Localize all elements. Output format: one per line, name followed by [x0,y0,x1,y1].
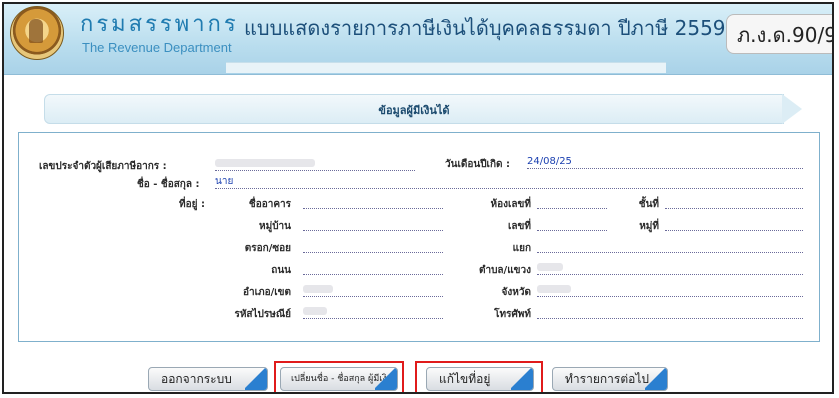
header-strip [226,62,666,73]
birth-date-label: วันเดือนปีเกิด : [445,159,510,170]
button-accent-icon [511,368,533,390]
phone-label: โทรศัพท์ [494,309,531,320]
edit-address-button[interactable]: แก้ไขที่อยู่ [426,367,534,391]
soi-value [303,239,443,253]
edit-name-button[interactable]: เปลี่ยนชื่อ - ชื่อสกุล ผู้มีเงินได้ [280,367,398,391]
form-title: แบบแสดงรายการภาษีเงินได้บุคคลธรรมดา ปีภา… [244,16,726,40]
subdistrict-label: ตำบล/แขวง [478,265,531,276]
tax-id-label: เลขประจำตัวผู้เสียภาษีอากร : [39,161,167,172]
village-label: หมู่บ้าน [259,221,291,232]
header: กรมสรรพากร The Revenue Department แบบแสด… [4,4,832,75]
building-value [303,195,443,209]
house-no-value [537,217,607,231]
taxpayer-info-box: เลขประจำตัวผู้เสียภาษีอากร : วันเดือนปีเ… [18,132,820,342]
room-no-value [537,195,607,209]
postcode-label: รหัสไปรษณีย์ [234,309,291,320]
birth-date-value: 24/08/25 [527,155,803,169]
building-label: ชื่ออาคาร [248,199,291,210]
floor-value [665,195,803,209]
logout-button[interactable]: ออกจากระบบ [148,367,268,391]
tax-id-value [215,157,415,171]
moo-value [665,217,803,231]
next-button[interactable]: ทำรายการต่อไป [552,367,668,391]
edit-address-button-label: แก้ไขที่อยู่ [439,372,491,386]
banner-arrow-icon [782,94,802,124]
junction-value [537,239,803,253]
button-accent-icon [245,368,267,390]
postcode-value [303,305,443,319]
house-no-label: เลขที่ [508,221,531,232]
org-name-english: The Revenue Department [82,40,232,55]
district-value [303,283,443,297]
province-value [537,283,803,297]
village-value [303,217,443,231]
soi-label: ตรอก/ซอย [244,243,291,254]
road-label: ถนน [271,265,291,276]
name-label: ชื่อ - ชื่อสกุล : [137,179,200,190]
org-name-thai: กรมสรรพากร [80,12,239,37]
room-no-label: ห้องเลขที่ [490,199,531,210]
section-title: ข้อมูลผู้มีเงินได้ [378,104,450,117]
province-label: จังหวัด [501,287,531,298]
revenue-department-logo-icon [10,6,64,60]
form-code: ภ.ง.ด.90/91 [726,14,832,54]
logout-button-label: ออกจากระบบ [161,372,232,386]
next-button-label: ทำรายการต่อไป [565,372,649,386]
address-label: ที่อยู่ : [179,199,205,210]
phone-value [537,305,803,319]
district-label: อำเภอ/เขต [242,287,291,298]
subdistrict-value [537,261,803,275]
floor-label: ชั้นที่ [638,199,659,210]
button-accent-icon [375,368,397,390]
moo-label: หมู่ที่ [639,221,659,232]
page-frame: กรมสรรพากร The Revenue Department แบบแสด… [2,2,834,394]
button-accent-icon [645,368,667,390]
road-value [303,261,443,275]
section-banner: ข้อมูลผู้มีเงินได้ [44,94,802,124]
junction-label: แยก [512,243,531,254]
name-value: นาย [215,175,803,189]
